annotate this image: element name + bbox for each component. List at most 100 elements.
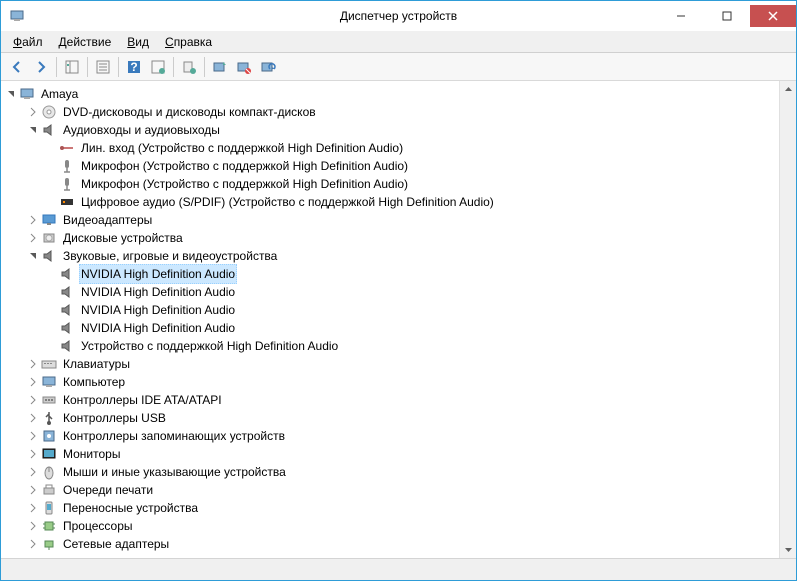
help-button[interactable]: ? [122, 55, 146, 79]
tree-node[interactable]: Контроллеры USB [3, 409, 777, 427]
usb-icon [41, 410, 57, 426]
expander-icon[interactable] [25, 464, 41, 480]
tree-node[interactable]: Клавиатуры [3, 355, 777, 373]
keyboard-icon [41, 356, 57, 372]
node-label: Микрофон (Устройство с поддержкой High D… [79, 157, 410, 175]
node-label: Дисковые устройства [61, 229, 185, 247]
computer-icon [19, 86, 35, 102]
tree-content[interactable]: Amaya DVD-дисководы и дисководы компакт-… [1, 81, 796, 558]
linein-icon [59, 140, 75, 156]
node-label: NVIDIA High Definition Audio [79, 319, 237, 337]
scan-hardware-button[interactable] [256, 55, 280, 79]
cpu-icon [41, 518, 57, 534]
speaker-icon [59, 320, 75, 336]
tree-node[interactable]: NVIDIA High Definition Audio [3, 319, 777, 337]
network-icon [41, 536, 57, 552]
node-label: DVD-дисководы и дисководы компакт-дисков [61, 103, 318, 121]
minimize-button[interactable] [658, 5, 704, 27]
update-driver-button[interactable] [177, 55, 201, 79]
node-label: Аудиовходы и аудиовыходы [61, 121, 222, 139]
tree-node[interactable]: NVIDIA High Definition Audio [3, 301, 777, 319]
menu-help[interactable]: Справка [157, 33, 220, 51]
show-hide-tree-button[interactable] [60, 55, 84, 79]
expander-icon[interactable] [25, 212, 41, 228]
tree-node[interactable]: Звуковые, игровые и видеоустройства [3, 247, 777, 265]
node-label: Звуковые, игровые и видеоустройства [61, 247, 279, 265]
tree-node[interactable]: Дисковые устройства [3, 229, 777, 247]
disable-button[interactable] [232, 55, 256, 79]
expander-icon[interactable] [25, 500, 41, 516]
node-label: Очереди печати [61, 481, 155, 499]
expander-icon[interactable] [25, 428, 41, 444]
uninstall-button[interactable] [208, 55, 232, 79]
node-label: Клавиатуры [61, 355, 132, 373]
tree-node[interactable]: DVD-дисководы и дисководы компакт-дисков [3, 103, 777, 121]
expander-icon[interactable] [25, 248, 41, 264]
tree-node[interactable]: Переносные устройства [3, 499, 777, 517]
action-button[interactable] [146, 55, 170, 79]
expander-icon[interactable] [25, 410, 41, 426]
node-label: Сетевые адаптеры [61, 535, 171, 553]
tree-node[interactable]: Видеоадаптеры [3, 211, 777, 229]
expander-icon[interactable] [25, 518, 41, 534]
expander-icon[interactable] [25, 482, 41, 498]
expander-icon[interactable] [25, 392, 41, 408]
expander-icon[interactable] [25, 446, 41, 462]
expander-icon[interactable] [25, 230, 41, 246]
toolbar-separator [56, 57, 57, 77]
tree-node[interactable]: Контроллеры IDE ATA/ATAPI [3, 391, 777, 409]
tree-node[interactable]: Микрофон (Устройство с поддержкой High D… [3, 157, 777, 175]
menu-view[interactable]: Вид [119, 33, 157, 51]
window-controls [658, 5, 796, 27]
node-label: Видеоадаптеры [61, 211, 154, 229]
menu-action[interactable]: Действие [51, 33, 120, 51]
expander-icon[interactable] [25, 374, 41, 390]
tree-node[interactable]: Очереди печати [3, 481, 777, 499]
scroll-down-button[interactable] [780, 541, 796, 558]
node-label: Amaya [39, 85, 80, 103]
tree-node[interactable]: NVIDIA High Definition Audio [3, 265, 777, 283]
node-label: Контроллеры запоминающих устройств [61, 427, 287, 445]
expander-icon[interactable] [3, 86, 19, 102]
menu-file[interactable]: Файл [5, 33, 51, 51]
speaker-icon [59, 284, 75, 300]
maximize-button[interactable] [704, 5, 750, 27]
tree-root-node[interactable]: Amaya [3, 85, 777, 103]
speaker-icon [41, 122, 57, 138]
node-label: Переносные устройства [61, 499, 200, 517]
tree-node[interactable]: Аудиовходы и аудиовыходы [3, 121, 777, 139]
storage-icon [41, 428, 57, 444]
forward-button[interactable] [29, 55, 53, 79]
tree-node[interactable]: NVIDIA High Definition Audio [3, 283, 777, 301]
expander-icon[interactable] [25, 356, 41, 372]
tree-node[interactable]: Мониторы [3, 445, 777, 463]
tree-node[interactable]: Процессоры [3, 517, 777, 535]
speaker-icon [41, 248, 57, 264]
properties-button[interactable] [91, 55, 115, 79]
disc-icon [41, 104, 57, 120]
node-label: Компьютер [61, 373, 127, 391]
close-button[interactable] [750, 5, 796, 27]
node-label: Мыши и иные указывающие устройства [61, 463, 288, 481]
tree-node[interactable]: Контроллеры запоминающих устройств [3, 427, 777, 445]
monitor-icon [41, 446, 57, 462]
speaker-icon [59, 266, 75, 282]
mic-icon [59, 158, 75, 174]
tree-node[interactable]: Компьютер [3, 373, 777, 391]
tree-node[interactable]: Цифровое аудио (S/PDIF) (Устройство с по… [3, 193, 777, 211]
vertical-scrollbar[interactable] [779, 81, 796, 558]
tree-node[interactable]: Лин. вход (Устройство с поддержкой High … [3, 139, 777, 157]
toolbar-separator [118, 57, 119, 77]
back-button[interactable] [5, 55, 29, 79]
tree-node[interactable]: Сетевые адаптеры [3, 535, 777, 553]
toolbar: ? [1, 53, 796, 81]
svg-text:?: ? [130, 60, 137, 74]
expander-icon[interactable] [25, 122, 41, 138]
tree-node[interactable]: Микрофон (Устройство с поддержкой High D… [3, 175, 777, 193]
expander-icon[interactable] [25, 536, 41, 552]
tree-node[interactable]: Мыши и иные указывающие устройства [3, 463, 777, 481]
tree-node[interactable]: Устройство с поддержкой High Definition … [3, 337, 777, 355]
expander-icon[interactable] [25, 104, 41, 120]
ide-icon [41, 392, 57, 408]
scroll-up-button[interactable] [780, 81, 796, 98]
